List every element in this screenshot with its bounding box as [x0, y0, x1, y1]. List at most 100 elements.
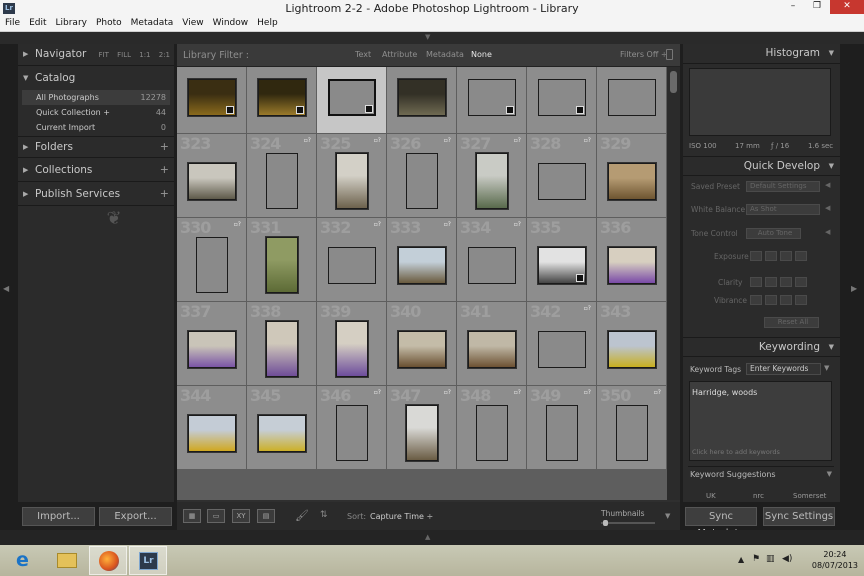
keyword-text-area[interactable]: Harridge, woods Click here to add keywor…	[689, 381, 832, 461]
action-center-flag-icon[interactable]: ⚑	[752, 554, 760, 564]
collapse-triangle-icon[interactable]: ◀	[825, 228, 830, 236]
photo-thumbnail-placeholder[interactable]	[328, 247, 376, 284]
metadata-badge-icon[interactable]: ▫?	[514, 389, 521, 396]
maximize-button[interactable]: ❐	[806, 0, 828, 14]
catalog-item-quick-collection[interactable]: Quick Collection + 44	[22, 105, 170, 120]
photo-thumbnail-placeholder[interactable]	[538, 331, 586, 368]
photo-thumbnail[interactable]	[188, 331, 236, 368]
thumbnail-cell[interactable]: 342 ▫?	[527, 302, 596, 385]
photo-thumbnail-placeholder[interactable]	[328, 79, 376, 116]
sort-select[interactable]: Capture Time ÷	[370, 512, 433, 521]
thumbnail-cell[interactable]: 349 ▫?	[527, 386, 596, 469]
metadata-badge-icon[interactable]: ▫?	[444, 389, 451, 396]
thumbnail-cell[interactable]: 319▫?	[387, 67, 456, 133]
thumbnail-cell[interactable]: 337	[177, 302, 246, 385]
zoom-fit[interactable]: FIT	[99, 51, 109, 59]
add-publish-service-icon[interactable]: +	[160, 187, 169, 200]
zoom-1-1[interactable]: 1:1	[139, 51, 150, 59]
photo-thumbnail-placeholder[interactable]	[608, 79, 656, 116]
painter-icon[interactable]: 🖌	[295, 509, 309, 522]
thumbnail-grid[interactable]: 316▫?317▫?318▫?319▫?320▫?321▫?322▫?32332…	[177, 67, 667, 500]
photo-thumbnail[interactable]	[188, 415, 236, 452]
metadata-badge-icon[interactable]: ▫?	[234, 221, 241, 228]
photo-thumbnail-placeholder[interactable]	[196, 237, 228, 293]
grid-view-icon[interactable]: ▦	[183, 509, 201, 523]
keyword-suggestion-item[interactable]: UK	[706, 492, 716, 500]
keyword-tags-chevron-icon[interactable]: ▼	[824, 364, 829, 372]
photo-thumbnail[interactable]	[608, 331, 656, 368]
collections-header[interactable]: ▶ Collections +	[18, 160, 174, 182]
thumbnail-cell[interactable]: 327 ▫?	[457, 134, 526, 217]
exposure-increase-large[interactable]	[795, 251, 807, 261]
filter-none-button[interactable]: None	[471, 50, 492, 59]
metadata-badge-icon[interactable]: ▫?	[444, 137, 451, 144]
thumbnail-cell[interactable]: 338	[247, 302, 316, 385]
expand-triangle-icon[interactable]: ◀	[825, 204, 830, 212]
close-button[interactable]: ✕	[830, 0, 864, 14]
network-icon[interactable]: ▥	[766, 554, 775, 564]
compare-view-icon[interactable]: XY	[232, 509, 250, 523]
photo-thumbnail[interactable]	[188, 79, 236, 116]
metadata-badge-icon[interactable]: ▫?	[374, 137, 381, 144]
publish-services-header[interactable]: ▶ Publish Services +	[18, 184, 174, 206]
metadata-badge-icon[interactable]: ▫?	[514, 221, 521, 228]
photo-thumbnail-placeholder[interactable]	[538, 79, 586, 116]
loupe-view-icon[interactable]: ▭	[207, 509, 225, 523]
zoom-fill[interactable]: FILL	[117, 51, 131, 59]
taskbar-internet-explorer[interactable]: e	[5, 546, 43, 575]
filter-preset-select[interactable]: Filters Off ÷	[620, 50, 668, 59]
metadata-badge-icon[interactable]: ▫?	[444, 221, 451, 228]
thumbnail-cell[interactable]: 340	[387, 302, 456, 385]
metadata-badge-icon[interactable]: ▫?	[584, 305, 591, 312]
thumbnail-cell[interactable]: 341	[457, 302, 526, 385]
folders-header[interactable]: ▶ Folders +	[18, 136, 174, 158]
thumbnail-cell[interactable]: 316▫?	[177, 67, 246, 133]
saved-preset-select[interactable]: Default Settings	[746, 181, 820, 192]
photo-thumbnail[interactable]	[336, 153, 368, 209]
add-keywords-hint[interactable]: Click here to add keywords	[692, 448, 780, 456]
thumbnail-cell[interactable]: 329	[597, 134, 666, 217]
keyword-tags-select[interactable]: Enter Keywords	[746, 363, 821, 375]
reset-all-button[interactable]: Reset All	[764, 317, 819, 328]
add-folder-icon[interactable]: +	[160, 140, 169, 153]
thumbnail-cell[interactable]: 317▫?	[247, 67, 316, 133]
thumbnail-cell[interactable]: 326 ▫?	[387, 134, 456, 217]
keyword-suggestion-item[interactable]: Somerset	[793, 492, 826, 500]
thumbnail-cell[interactable]: 320▫?	[457, 67, 526, 133]
expand-bottom-icon[interactable]: ▲	[425, 533, 430, 541]
minimize-button[interactable]: –	[782, 0, 804, 14]
menu-edit[interactable]: Edit	[24, 17, 50, 28]
photo-thumbnail-placeholder[interactable]	[468, 247, 516, 284]
vibrance-decrease-large[interactable]	[750, 295, 762, 305]
filter-metadata-button[interactable]: Metadata	[426, 50, 464, 59]
clarity-increase-small[interactable]	[780, 277, 792, 287]
metadata-badge-icon[interactable]: ▫?	[654, 389, 661, 396]
catalog-item-current-import[interactable]: Current Import 0	[22, 120, 170, 135]
photo-thumbnail[interactable]	[398, 79, 446, 116]
photo-thumbnail[interactable]	[468, 331, 516, 368]
thumbnail-cell[interactable]: 334 ▫?	[457, 218, 526, 301]
thumbnail-cell[interactable]: 344	[177, 386, 246, 469]
add-collection-icon[interactable]: +	[160, 163, 169, 176]
catalog-item-all-photographs[interactable]: All Photographs 12278	[22, 90, 170, 105]
photo-thumbnail[interactable]	[406, 405, 438, 461]
photo-thumbnail[interactable]	[398, 331, 446, 368]
photo-thumbnail[interactable]	[538, 247, 586, 284]
module-picker-collapsed[interactable]: ▼	[0, 32, 864, 44]
exposure-decrease-large[interactable]	[750, 251, 762, 261]
photo-thumbnail-placeholder[interactable]	[406, 153, 438, 209]
metadata-badge-icon[interactable]: ▫?	[584, 137, 591, 144]
thumbnail-cell[interactable]: 347 ▫?	[387, 386, 456, 469]
photo-thumbnail[interactable]	[258, 79, 306, 116]
taskbar-firefox[interactable]	[89, 546, 127, 575]
taskbar-lightroom[interactable]: Lr	[129, 546, 167, 575]
thumbnail-cell[interactable]: 350 ▫?	[597, 386, 666, 469]
keyword-suggestions-header[interactable]: Keyword Suggestions ▼	[688, 466, 834, 480]
thumbnail-cell[interactable]: 333 ▫?	[387, 218, 456, 301]
sync-settings-button[interactable]: Sync Settings	[763, 507, 835, 526]
menu-file[interactable]: File	[0, 17, 24, 28]
keywording-header[interactable]: Keywording ▼	[683, 337, 840, 357]
photo-thumbnail[interactable]	[398, 247, 446, 284]
vibrance-decrease-small[interactable]	[765, 295, 777, 305]
navigator-header[interactable]: ▶ Navigator FIT FILL 1:1 2:1	[18, 44, 174, 66]
